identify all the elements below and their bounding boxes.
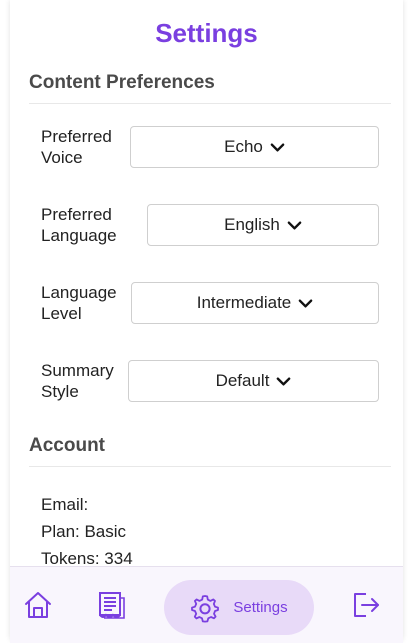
account-plan: Plan: Basic: [41, 522, 127, 541]
preferred-voice-value: Echo: [224, 137, 263, 156]
preferred-voice-select[interactable]: Echo: [130, 126, 379, 168]
language-level-select[interactable]: Intermediate: [131, 282, 379, 324]
chevron-down-icon: [287, 220, 302, 230]
summary-style-label: Summary Style: [41, 361, 114, 401]
account-heading: Account: [29, 435, 391, 467]
language-level-row: Language Level Intermediate: [41, 281, 379, 325]
chevron-down-icon: [298, 298, 313, 308]
logout-icon: [354, 593, 379, 617]
chevron-down-icon: [270, 142, 285, 152]
preferred-language-label: Preferred Language: [41, 205, 117, 245]
language-level-label: Language Level: [41, 283, 117, 323]
preferred-voice-row: Preferred Voice Echo: [41, 125, 379, 169]
chevron-down-icon: [277, 376, 291, 386]
content-preferences-heading: Content Preferences: [29, 72, 391, 104]
preferred-voice-label: Preferred Voice: [41, 127, 112, 167]
summary-style-value: Default: [215, 371, 270, 390]
language-level-value: Intermediate: [196, 293, 292, 312]
nav-logout-button[interactable]: [346, 581, 386, 629]
document-icon: [99, 592, 125, 619]
preferred-language-value: English: [224, 215, 280, 234]
gear-icon: [191, 594, 220, 622]
settings-page: Settings Content Preferences Preferred V…: [10, 0, 403, 643]
nav-home-button[interactable]: [18, 581, 58, 629]
account-email: Email:: [41, 495, 89, 514]
nav-notes-button[interactable]: [90, 581, 132, 629]
home-icon: [25, 592, 51, 618]
preferred-language-select[interactable]: English: [147, 204, 379, 246]
preferred-language-row: Preferred Language English: [41, 203, 379, 247]
nav-settings-label: Settings: [233, 599, 288, 616]
page-title: Settings: [155, 18, 258, 48]
summary-style-row: Summary Style Default: [41, 359, 379, 403]
summary-style-select[interactable]: Default: [128, 360, 379, 402]
nav-settings-button[interactable]: Settings: [164, 580, 314, 635]
bottom-nav: Settings: [10, 566, 403, 643]
